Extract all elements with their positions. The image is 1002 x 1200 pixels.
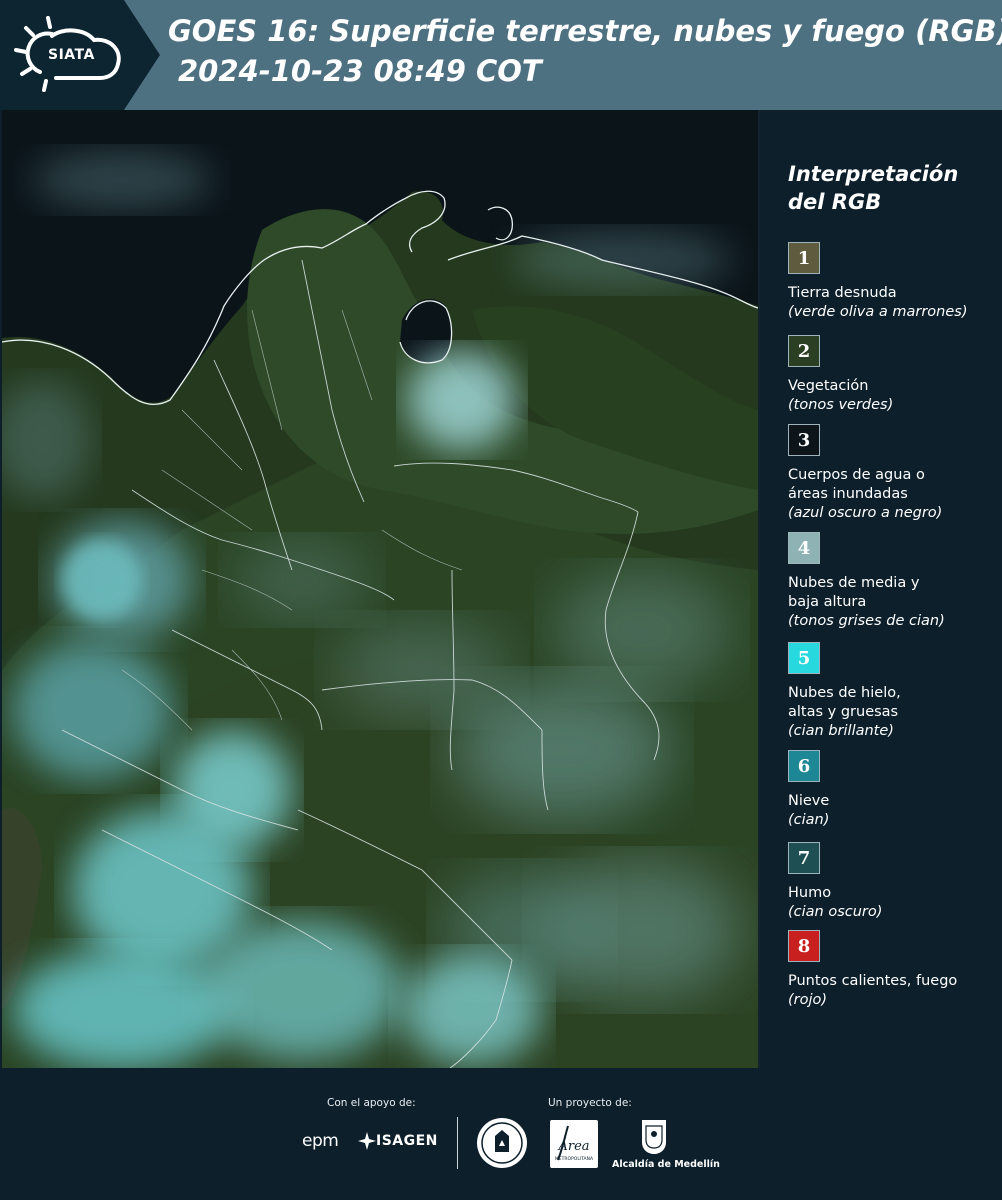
legend-swatch: 8 (788, 930, 820, 962)
legend-label: Nubes de hielo, (788, 685, 901, 701)
legend-swatch: 4 (788, 532, 820, 564)
legend-sublabel: (tonos verdes) (788, 397, 894, 413)
legend-swatch: 2 (788, 335, 820, 367)
legend-item: 5 Nubes de hielo, altas y gruesas (cian bri… (788, 642, 993, 741)
legend-item: 3 Cuerpos de agua o áreas inundadas (azul o… (788, 424, 993, 523)
legend-label: Puntos calientes, fuego (788, 973, 958, 989)
legend-sublabel: (cian oscuro) (788, 904, 883, 920)
svg-text:Área: Área (557, 1138, 589, 1154)
footer-divider (457, 1117, 458, 1169)
legend-label-line2: áreas inundadas (788, 486, 908, 502)
alcaldia-logo-text: Alcaldía de Medellín (612, 1159, 720, 1170)
svg-text:METROPOLITANA: METROPOLITANA (555, 1156, 594, 1162)
page-datetime: 2024-10-23 08:49 COT (178, 54, 542, 88)
legend-swatch: 7 (788, 842, 820, 874)
legend-item: 2 Vegetación (tonos verdes) (788, 335, 993, 415)
amva-mark-icon: Área METROPOLITANA (555, 1125, 594, 1162)
university-seal-icon (477, 1118, 527, 1168)
amva-logo: Área METROPOLITANA (550, 1120, 598, 1168)
legend-swatch: 6 (788, 750, 820, 782)
legend-label-line2: baja altura (788, 594, 867, 610)
isagen-logo: ISAGEN (376, 1133, 438, 1149)
logo-block: SIATA (0, 0, 160, 110)
legend-swatch: 1 (788, 242, 820, 274)
legend-label: Vegetación (788, 378, 869, 394)
epm-logo: epm (302, 1131, 339, 1151)
medellin-shield-icon (642, 1120, 666, 1154)
isagen-star-icon (358, 1132, 376, 1150)
legend-title-line2: del RGB (788, 190, 882, 214)
satellite-map[interactable] (2, 110, 760, 1068)
legend-sublabel: (verde oliva a marrones) (788, 304, 968, 320)
legend-item: 7 Humo (cian oscuro) (788, 842, 993, 922)
support-label: Con el apoyo de: (327, 1097, 416, 1109)
legend-label: Tierra desnuda (788, 285, 897, 301)
legend-item: 8 Puntos calientes, fuego (rojo) (788, 930, 993, 1010)
legend-item: 4 Nubes de media y baja altura (tonos grise… (788, 532, 993, 631)
page-title: GOES 16: Superficie terrestre, nubes y f… (168, 14, 1002, 48)
legend-item: 6 Nieve (cian) (788, 750, 993, 830)
legend-label: Cuerpos de agua o (788, 467, 925, 483)
legend-label: Humo (788, 885, 832, 901)
legend-sublabel: (cian) (788, 812, 830, 828)
header-bar: SIATA GOES 16: Superficie terrestre, nub… (0, 0, 1002, 110)
legend-sublabel: (tonos grises de cian) (788, 613, 945, 629)
legend-label-line2: altas y gruesas (788, 704, 899, 720)
project-label: Un proyecto de: (548, 1097, 632, 1109)
legend-label: Nieve (788, 793, 830, 809)
footer: Con el apoyo de: Un proyecto de: epm ISA… (0, 1070, 1002, 1200)
satellite-map-canvas (2, 110, 758, 1068)
legend-sublabel: (cian brillante) (788, 723, 894, 739)
legend-item: 1 Tierra desnuda (verde oliva a marrones) (788, 242, 993, 322)
legend-swatch: 3 (788, 424, 820, 456)
legend-swatch: 5 (788, 642, 820, 674)
logo-text: SIATA (48, 47, 95, 63)
legend-sublabel: (rojo) (788, 992, 828, 1008)
legend-label: Nubes de media y (788, 575, 920, 591)
legend-sublabel: (azul oscuro a negro) (788, 505, 943, 521)
legend-panel: Interpretación del RGB (788, 160, 993, 230)
legend-title-line1: Interpretación (788, 162, 959, 186)
legend-title: Interpretación del RGB (788, 160, 988, 216)
